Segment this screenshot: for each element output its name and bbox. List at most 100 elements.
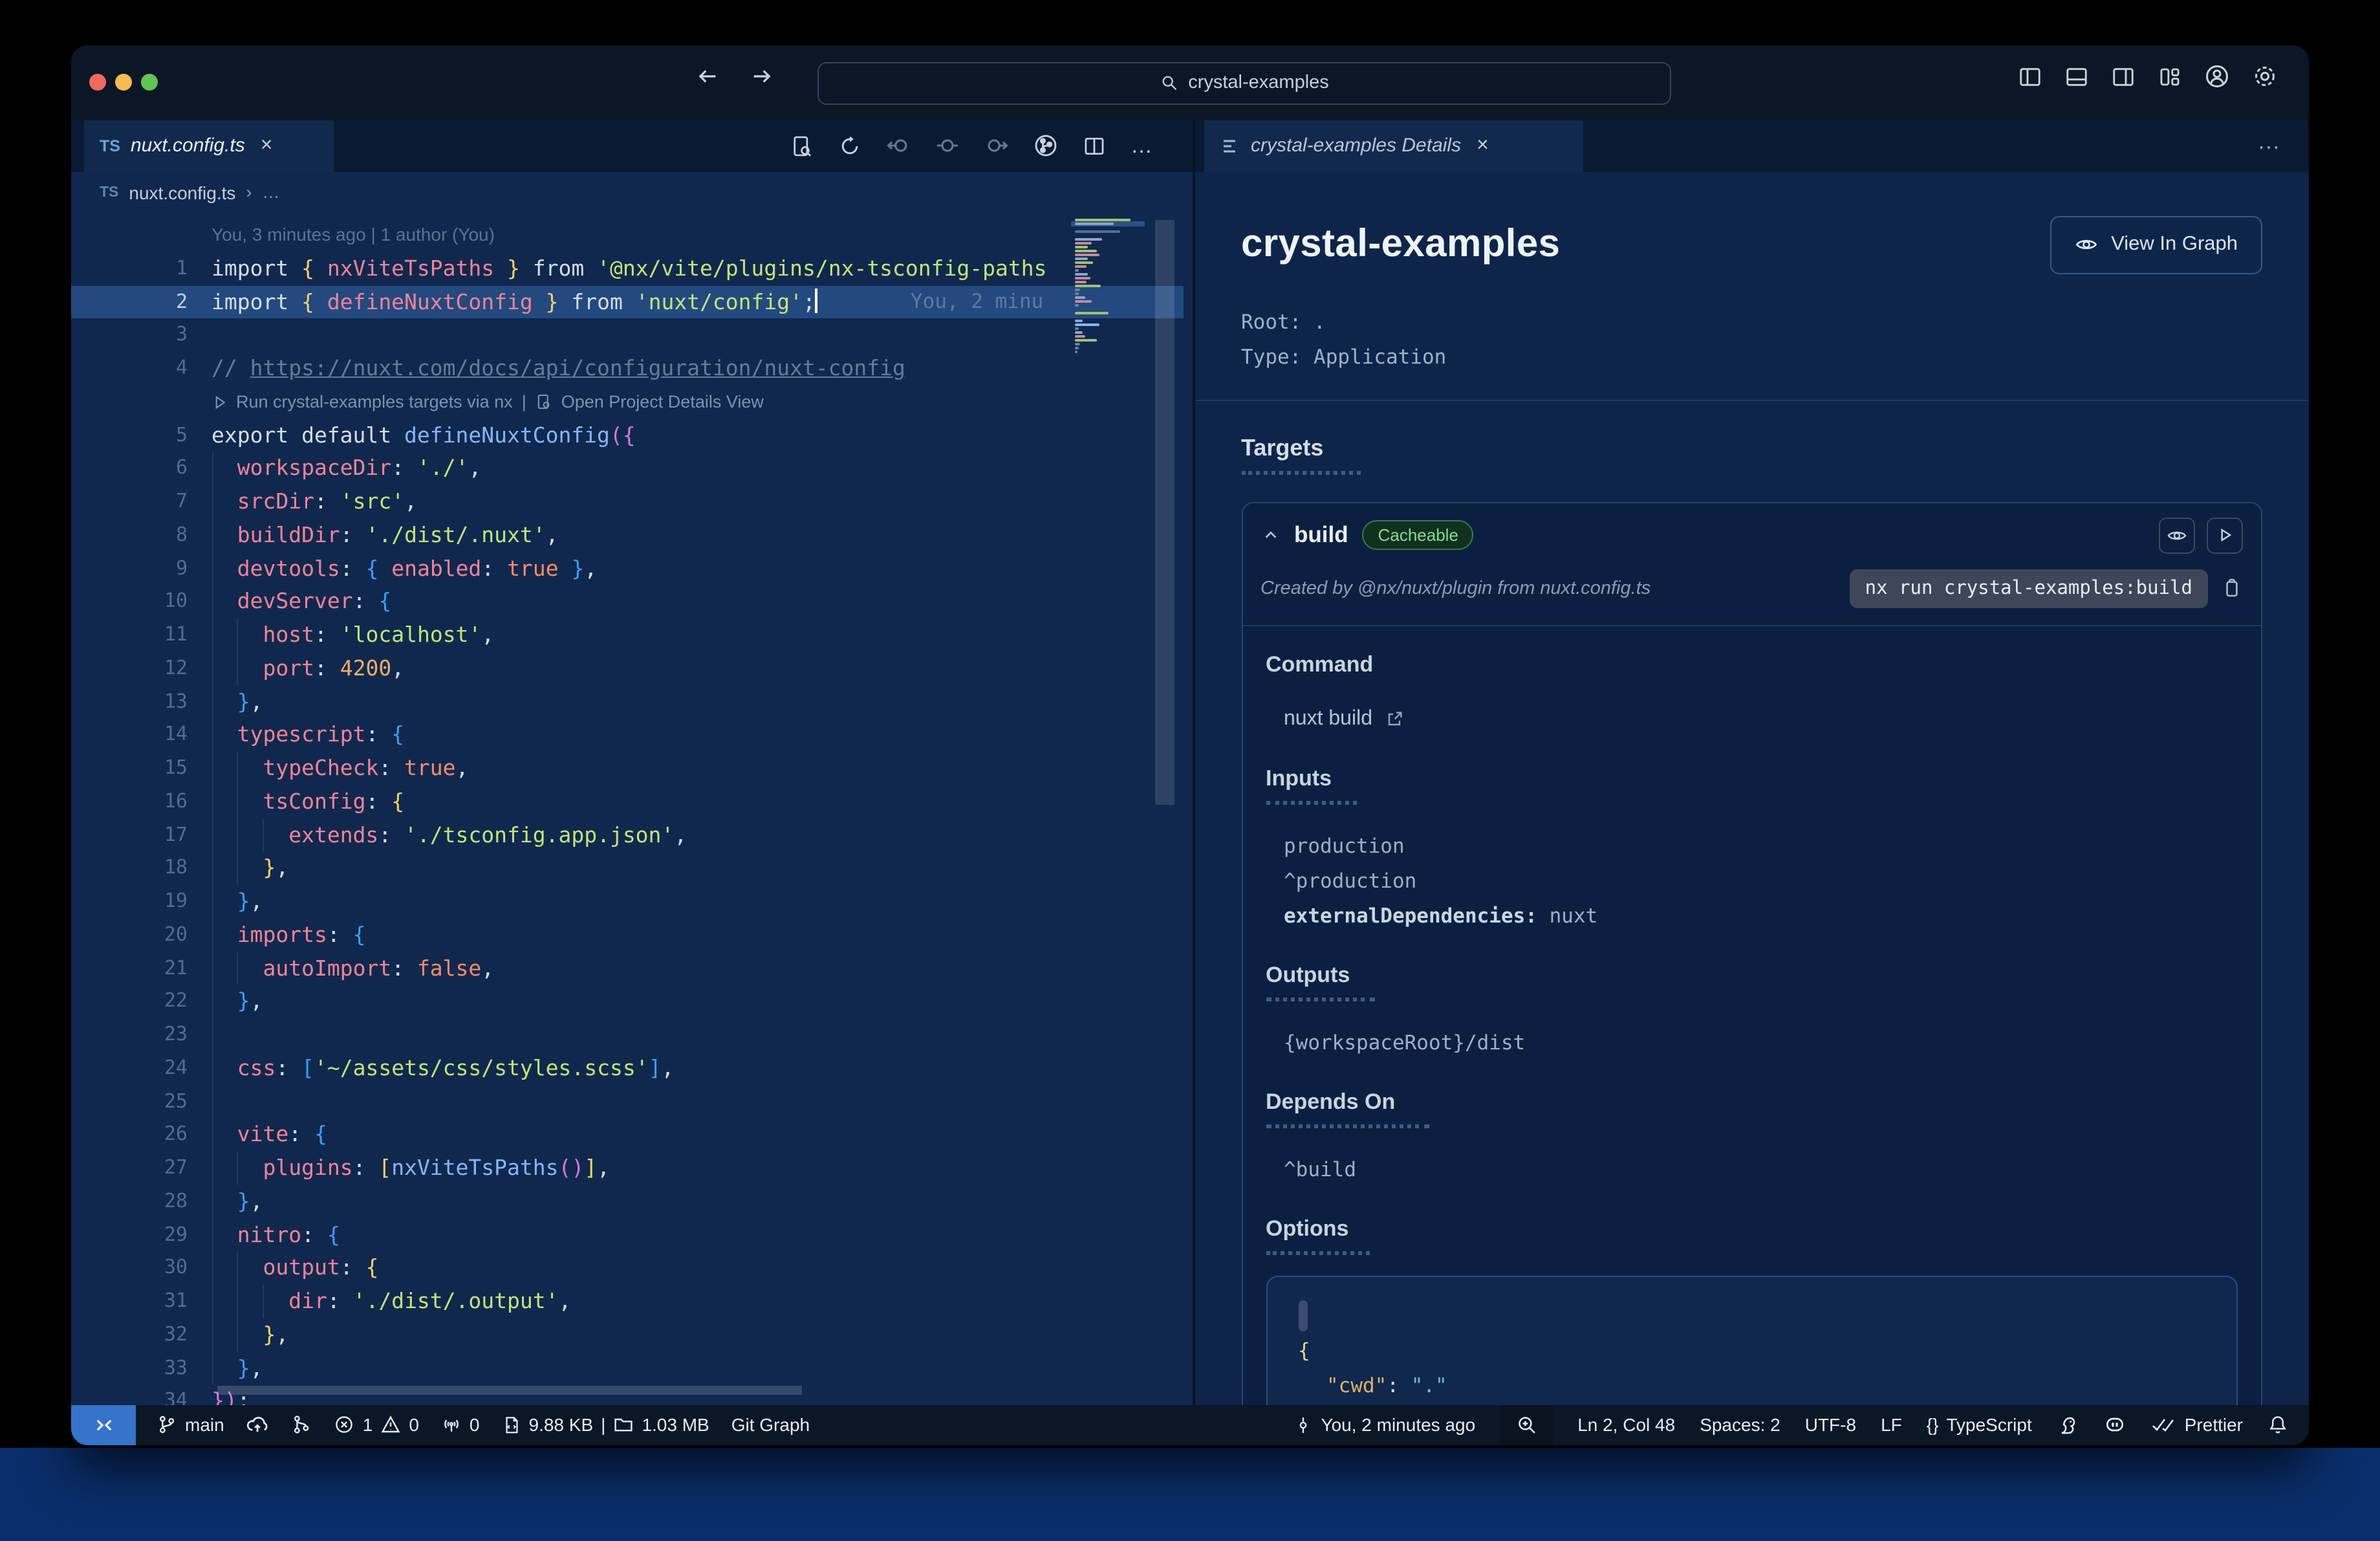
code-line[interactable]: 21 autoImport: false,	[71, 952, 1191, 985]
language-item[interactable]: {} TypeScript	[1927, 1415, 2032, 1436]
run-command-chip[interactable]: nx run crystal-examples:build	[1849, 569, 2208, 607]
open-project-details-icon[interactable]	[790, 134, 814, 157]
maximize-traffic-light[interactable]	[141, 74, 158, 91]
minimize-traffic-light[interactable]	[115, 74, 132, 91]
error-count: 1	[362, 1414, 373, 1436]
code-line[interactable]: 3	[71, 319, 1191, 353]
tab-project-details[interactable]: crystal-examples Details ×	[1204, 120, 1583, 171]
toggle-secondary-sidebar-icon[interactable]	[2111, 64, 2136, 89]
horizontal-scrollbar[interactable]	[217, 1386, 802, 1395]
codelens-run-link[interactable]: Run crystal-examples targets via nx	[236, 386, 513, 419]
view-in-graph-button[interactable]: View In Graph	[2050, 215, 2262, 274]
squirrel-extension-item[interactable]	[2057, 1414, 2079, 1436]
code-line[interactable]: 8 buildDir: './dist/.nuxt',	[71, 518, 1191, 552]
breadcrumb-more[interactable]: …	[262, 183, 279, 202]
indentation-item[interactable]: Spaces: 2	[1700, 1415, 1780, 1436]
prettier-item[interactable]: Prettier	[2151, 1415, 2243, 1436]
publish-changes-item[interactable]	[246, 1414, 270, 1437]
git-graph-item[interactable]: Git Graph	[731, 1415, 810, 1436]
back-arrow-icon[interactable]	[696, 65, 719, 88]
code-line[interactable]: 10 devServer: {	[71, 585, 1191, 618]
close-tab-icon[interactable]: ×	[1477, 134, 1489, 157]
command-value[interactable]: nuxt build	[1284, 708, 2238, 729]
code-line[interactable]: 22 },	[71, 985, 1191, 1018]
codelens-row[interactable]: Run crystal-examples targets via nx | Open…	[71, 386, 1191, 419]
code-line[interactable]: 24 css: ['~/assets/css/styles.scss'],	[71, 1051, 1191, 1085]
split-editor-icon[interactable]	[1083, 134, 1106, 157]
previous-change-icon[interactable]	[886, 133, 911, 158]
code-line[interactable]: 31 dir: './dist/.output',	[71, 1285, 1191, 1318]
run-target-play-icon[interactable]	[2207, 517, 2243, 553]
code-line[interactable]: 27 plugins: [nxViteTsPaths()],	[71, 1152, 1191, 1185]
decoration-bar	[1298, 1300, 1307, 1331]
code-line[interactable]: 15 typeCheck: true,	[71, 752, 1191, 785]
more-actions-icon[interactable]: …	[1130, 133, 1152, 158]
code-line[interactable]: 12 port: 4200,	[71, 651, 1191, 685]
code-line[interactable]: 33 },	[71, 1351, 1191, 1385]
view-target-eye-icon[interactable]	[2159, 517, 2195, 553]
build-header[interactable]: build Cacheable	[1242, 503, 2261, 561]
code-line[interactable]: 30 output: {	[71, 1251, 1191, 1285]
toggle-primary-sidebar-icon[interactable]	[2018, 64, 2042, 89]
account-icon[interactable]	[2204, 63, 2230, 89]
code-line[interactable]: 19 },	[71, 885, 1191, 919]
blame-item[interactable]: You, 2 minutes ago	[1293, 1415, 1475, 1436]
copilot-item[interactable]	[2103, 1414, 2126, 1437]
breadcrumb-filename[interactable]: nuxt.config.ts	[129, 182, 235, 203]
close-tab-icon[interactable]: ×	[261, 134, 273, 157]
close-traffic-light[interactable]	[89, 74, 106, 91]
notifications-item[interactable]	[2267, 1415, 2288, 1436]
code-line[interactable]: 26 vite: {	[71, 1118, 1191, 1152]
code-line[interactable]: 25	[71, 1085, 1191, 1119]
code-line[interactable]: 7 srcDir: 'src',	[71, 485, 1191, 519]
code-line[interactable]: 2 import { defineNuxtConfig } from 'nuxt/…	[71, 285, 1191, 319]
code-line[interactable]: 4// https://nuxt.com/docs/api/configurat…	[71, 352, 1191, 386]
ports-item[interactable]: 0	[441, 1415, 480, 1436]
code-line[interactable]: 5 export default defineNuxtConfig({	[71, 419, 1191, 452]
code-line[interactable]: 32 },	[71, 1318, 1191, 1351]
customize-layout-icon[interactable]	[2158, 64, 2182, 89]
tab-nuxt-config[interactable]: TS nuxt.config.ts ×	[84, 120, 334, 171]
command-center-search[interactable]: crystal-examples	[817, 61, 1671, 104]
cursor-position-item[interactable]: Ln 2, Col 48	[1577, 1415, 1675, 1436]
refresh-icon[interactable]	[838, 134, 861, 157]
code-line[interactable]: 17 extends: './tsconfig.app.json',	[71, 818, 1191, 852]
minimap[interactable]	[1071, 213, 1145, 1405]
file-size-item[interactable]: 9.88 KB | 1.03 MB	[502, 1415, 709, 1436]
external-link-icon[interactable]	[1384, 708, 1405, 729]
encoding-item[interactable]: UTF-8	[1805, 1415, 1856, 1436]
code-line[interactable]: 9 devtools: { enabled: true },	[71, 552, 1191, 585]
code-line[interactable]: 29 nitro: {	[71, 1218, 1191, 1252]
code-line[interactable]: 6 workspaceDir: './',	[71, 452, 1191, 485]
breadcrumb[interactable]: TS nuxt.config.ts › …	[71, 171, 1191, 213]
code-editor[interactable]: You, 3 minutes ago | 1 author (You) 1 impo…	[71, 213, 1191, 1405]
code-line[interactable]: 11 host: 'localhost',	[71, 618, 1191, 652]
source-control-graph-item[interactable]	[292, 1415, 312, 1436]
forward-arrow-icon[interactable]	[750, 65, 774, 88]
vertical-scrollbar[interactable]	[1155, 220, 1174, 805]
zoom-item[interactable]	[1500, 1404, 1553, 1445]
code-line[interactable]: 28 },	[71, 1185, 1191, 1218]
problems-item[interactable]: 1 0	[334, 1415, 419, 1436]
current-change-icon[interactable]	[935, 133, 960, 158]
code-line[interactable]: 1 import { nxViteTsPaths } from '@nx/vite…	[71, 252, 1191, 286]
copy-icon[interactable]	[2221, 577, 2243, 599]
toggle-panel-icon[interactable]	[2064, 64, 2089, 89]
remote-indicator[interactable]	[71, 1404, 136, 1445]
git-branch-item[interactable]: main	[157, 1415, 224, 1436]
git-graph-icon[interactable]	[1033, 133, 1058, 158]
blame-annotation[interactable]: You, 3 minutes ago | 1 author (You)	[71, 219, 1191, 252]
code-line[interactable]: 20 imports: {	[71, 918, 1191, 952]
more-actions-icon[interactable]: …	[2257, 127, 2280, 155]
codelens-open-link[interactable]: Open Project Details View	[561, 386, 764, 419]
eol-item[interactable]: LF	[1881, 1415, 1902, 1436]
options-json-box[interactable]: { "cwd": "." }	[1266, 1275, 2238, 1404]
next-change-icon[interactable]	[984, 133, 1009, 158]
chevron-up-icon[interactable]	[1260, 525, 1280, 545]
code-line[interactable]: 14 typescript: {	[71, 718, 1191, 752]
code-line[interactable]: 18 },	[71, 851, 1191, 885]
code-line[interactable]: 13 },	[71, 685, 1191, 719]
settings-gear-icon[interactable]	[2252, 63, 2278, 89]
code-line[interactable]: 16 tsConfig: {	[71, 785, 1191, 818]
code-line[interactable]: 23	[71, 1018, 1191, 1052]
